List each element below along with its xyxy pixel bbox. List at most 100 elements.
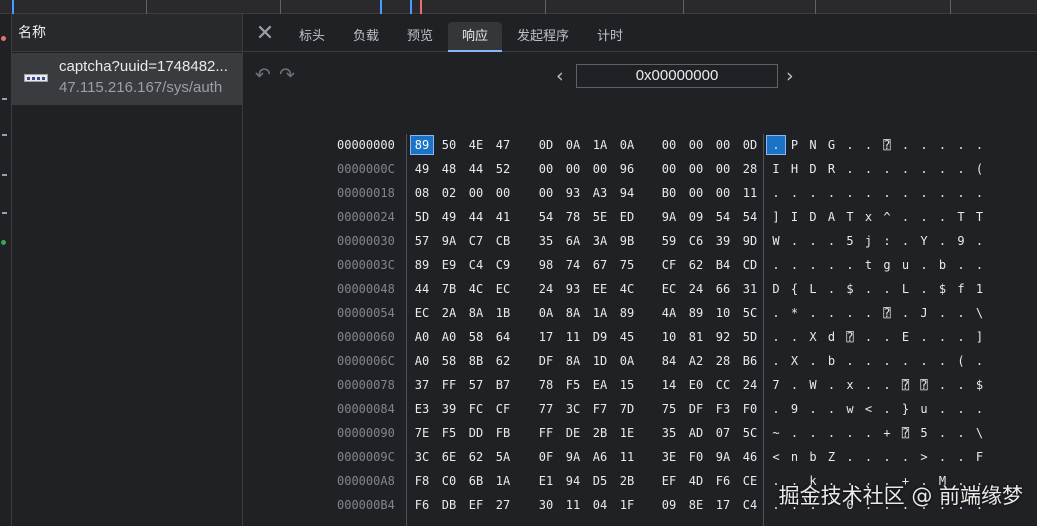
- ascii-char[interactable]: .: [934, 354, 952, 368]
- ascii-char[interactable]: t: [860, 258, 878, 272]
- ascii-char[interactable]: .: [823, 282, 841, 296]
- ascii-char[interactable]: H: [786, 162, 804, 176]
- hex-byte[interactable]: EE: [589, 282, 611, 296]
- hex-byte[interactable]: AD: [685, 426, 707, 440]
- ascii-char[interactable]: x: [860, 210, 878, 224]
- hex-byte[interactable]: 7D: [616, 402, 638, 416]
- hex-byte[interactable]: 84: [658, 354, 680, 368]
- hex-byte[interactable]: 17: [712, 498, 734, 512]
- hex-byte[interactable]: 00: [562, 162, 584, 176]
- ascii-char[interactable]: T: [841, 210, 859, 224]
- ascii-char[interactable]: .: [823, 306, 841, 320]
- hex-byte[interactable]: F5: [438, 426, 460, 440]
- hex-byte[interactable]: 54: [712, 210, 734, 224]
- hex-byte[interactable]: 28: [712, 354, 734, 368]
- hex-byte[interactable]: 00: [535, 162, 557, 176]
- ascii-char[interactable]: .: [766, 135, 786, 155]
- ascii-char[interactable]: .: [786, 234, 804, 248]
- ascii-char[interactable]: .: [823, 258, 841, 272]
- ascii-char[interactable]: .: [952, 138, 970, 152]
- ascii-char[interactable]: u: [915, 402, 933, 416]
- ascii-char[interactable]: .: [878, 450, 896, 464]
- hex-byte[interactable]: FF: [535, 426, 557, 440]
- ascii-char[interactable]: d: [823, 330, 841, 344]
- ascii-char[interactable]: T: [952, 210, 970, 224]
- hex-byte[interactable]: 94: [562, 474, 584, 488]
- hex-byte[interactable]: A3: [589, 186, 611, 200]
- hex-byte[interactable]: 9B: [616, 234, 638, 248]
- hex-byte[interactable]: B4: [712, 258, 734, 272]
- hex-byte[interactable]: 93: [562, 282, 584, 296]
- hex-byte[interactable]: EC: [492, 282, 514, 296]
- hex-byte[interactable]: B6: [739, 354, 761, 368]
- hex-byte[interactable]: 0D: [739, 138, 761, 152]
- hex-byte[interactable]: 02: [438, 186, 460, 200]
- tab-payload[interactable]: 负载: [345, 22, 387, 52]
- hex-byte[interactable]: 81: [685, 330, 707, 344]
- hex-byte[interactable]: 9D: [739, 234, 761, 248]
- hex-byte[interactable]: 00: [492, 186, 514, 200]
- hex-byte[interactable]: 09: [658, 498, 680, 512]
- hex-byte[interactable]: 5C: [739, 426, 761, 440]
- ascii-char[interactable]: .: [786, 378, 804, 392]
- hex-byte[interactable]: 00: [535, 186, 557, 200]
- hex-viewer[interactable]: 00000000 89 50 4E 47 0D 0A 1A 0A 00 00 00 0D. P N G.. ⍰.…: [243, 134, 1037, 526]
- ascii-char[interactable]: :: [878, 234, 896, 248]
- hex-byte[interactable]: CB: [492, 234, 514, 248]
- ascii-char[interactable]: $: [841, 282, 859, 296]
- hex-byte[interactable]: FC: [465, 402, 487, 416]
- hex-byte[interactable]: E0: [685, 378, 707, 392]
- hex-byte[interactable]: 78: [562, 210, 584, 224]
- ascii-char[interactable]: +: [878, 426, 896, 440]
- ascii-char[interactable]: g: [878, 258, 896, 272]
- ascii-char[interactable]: D: [767, 282, 785, 296]
- hex-byte[interactable]: 24: [739, 378, 761, 392]
- hex-byte[interactable]: 35: [658, 426, 680, 440]
- hex-byte[interactable]: 75: [616, 258, 638, 272]
- hex-byte[interactable]: EA: [589, 378, 611, 392]
- hex-byte[interactable]: 4C: [616, 282, 638, 296]
- ascii-char[interactable]: .: [915, 354, 933, 368]
- ascii-char[interactable]: W: [804, 378, 822, 392]
- hex-byte[interactable]: F6: [712, 474, 734, 488]
- ascii-char[interactable]: j: [860, 234, 878, 248]
- hex-byte[interactable]: 93: [562, 186, 584, 200]
- ascii-char[interactable]: .: [934, 426, 952, 440]
- undo-icon[interactable]: ↶: [255, 64, 271, 86]
- ascii-char[interactable]: .: [952, 426, 970, 440]
- ascii-char[interactable]: .: [971, 402, 989, 416]
- ascii-char[interactable]: .: [860, 306, 878, 320]
- ascii-char[interactable]: .: [934, 450, 952, 464]
- ascii-char[interactable]: ⍰: [897, 378, 915, 392]
- hex-byte[interactable]: 54: [739, 210, 761, 224]
- ascii-char[interactable]: .: [934, 306, 952, 320]
- hex-byte[interactable]: 44: [411, 282, 433, 296]
- hex-byte[interactable]: 8A: [562, 354, 584, 368]
- hex-byte[interactable]: 00: [685, 162, 707, 176]
- hex-byte[interactable]: 14: [658, 378, 680, 392]
- ascii-char[interactable]: .: [952, 378, 970, 392]
- ascii-char[interactable]: $: [934, 282, 952, 296]
- hex-byte[interactable]: 07: [712, 426, 734, 440]
- ascii-char[interactable]: .: [786, 426, 804, 440]
- ascii-char[interactable]: J: [915, 306, 933, 320]
- ascii-char[interactable]: .: [860, 426, 878, 440]
- redo-icon[interactable]: ↷: [279, 64, 295, 86]
- ascii-char[interactable]: .: [804, 186, 822, 200]
- ascii-char[interactable]: E: [897, 330, 915, 344]
- chevron-left-icon[interactable]: ‹: [556, 65, 564, 87]
- hex-byte[interactable]: 47: [492, 138, 514, 152]
- ascii-char[interactable]: <: [860, 402, 878, 416]
- hex-byte[interactable]: 49: [411, 162, 433, 176]
- hex-byte[interactable]: 4D: [685, 474, 707, 488]
- ascii-char[interactable]: .: [786, 186, 804, 200]
- ascii-char[interactable]: .: [860, 330, 878, 344]
- ascii-char[interactable]: .: [878, 330, 896, 344]
- hex-byte[interactable]: 0A: [562, 138, 584, 152]
- hex-byte[interactable]: 96: [616, 162, 638, 176]
- hex-byte[interactable]: 10: [712, 306, 734, 320]
- hex-byte[interactable]: EC: [411, 306, 433, 320]
- ascii-char[interactable]: .: [767, 330, 785, 344]
- ascii-char[interactable]: .: [934, 330, 952, 344]
- ascii-char[interactable]: .: [841, 306, 859, 320]
